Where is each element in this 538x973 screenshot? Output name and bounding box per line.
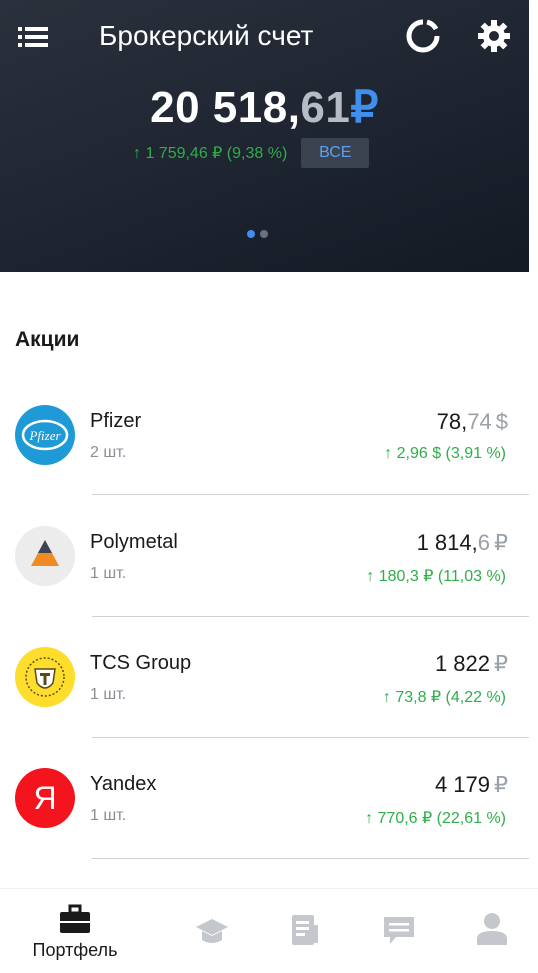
nav-label: Портфель [32, 940, 118, 960]
stock-quantity: 2 шт. [90, 444, 127, 461]
balance-fraction: 61 [300, 83, 351, 132]
stock-name: Polymetal [90, 531, 178, 553]
price-fraction: 6 [477, 530, 490, 555]
balance-change: ↑ 1 759,46 ₽ (9,38 %) [133, 145, 288, 162]
price-integer: 1 822 [434, 651, 490, 676]
nav-item-news[interactable] [255, 889, 355, 973]
divider [92, 737, 529, 738]
price-integer: 4 179 [434, 772, 490, 797]
stock-row-polymetal[interactable]: Polymetal 1 шт. 1 814,6 ₽ ↑ 180,3 ₽ (11,0… [0, 499, 538, 619]
nav-item-learning[interactable] [162, 889, 262, 973]
pager-dot[interactable] [260, 230, 268, 238]
tcs-logo [15, 647, 75, 707]
stock-price: 1 814,6 ₽ [417, 530, 508, 556]
yandex-logo-text: Я [33, 779, 57, 816]
section-title: Акции [15, 328, 80, 351]
balance-change-row: ↑ 1 759,46 ₽ (9,38 %) ВСЕ [133, 138, 370, 168]
nav-item-profile[interactable] [442, 889, 538, 973]
stock-row-pfizer[interactable]: Pfizer Pfizer 2 шт. 78,74 $ ↑ 2,96 $ (3,9… [0, 378, 538, 498]
page-title: Брокерский счет [99, 20, 314, 51]
pager-dot-active[interactable] [247, 230, 255, 238]
price-integer: 78, [436, 409, 468, 434]
news-icon [292, 915, 318, 945]
stock-quantity: 1 шт. [90, 807, 127, 824]
price-integer: 1 814, [416, 530, 478, 555]
stock-name: Yandex [90, 773, 157, 795]
stock-change: ↑ 2,96 $ (3,91 %) [384, 445, 506, 462]
stock-price: 1 822 ₽ [435, 651, 508, 677]
price-fraction: 74 [467, 409, 492, 434]
stock-change: ↑ 770,6 ₽ (22,61 %) [365, 810, 506, 827]
stock-price: 78,74 $ [437, 409, 508, 435]
stock-change: ↑ 73,8 ₽ (4,22 %) [382, 689, 506, 706]
graduation-cap-icon [196, 919, 228, 943]
portfolio-balance: 20 518,61₽ [0, 82, 529, 133]
price-currency: ₽ [494, 651, 508, 676]
yandex-logo: Я [15, 768, 75, 828]
account-header: Брокерский счет 20 518,61₽ ↑ 1 759,46 ₽ … [0, 0, 529, 272]
price-currency: ₽ [494, 772, 508, 797]
balance-integer: 20 518, [150, 83, 301, 132]
stock-price: 4 179 ₽ [435, 772, 508, 798]
stock-row-tcs-group[interactable]: TCS Group 1 шт. 1 822 ₽ ↑ 73,8 ₽ (4,22 %) [0, 620, 538, 740]
divider [92, 858, 529, 859]
stock-name: Pfizer [90, 410, 142, 432]
stock-row-yandex[interactable]: Я Yandex 1 шт. 4 179 ₽ ↑ 770,6 ₽ (22,61 %… [0, 741, 538, 861]
briefcase-icon [60, 904, 90, 933]
divider [92, 494, 529, 495]
nav-item-chat[interactable] [349, 889, 449, 973]
pfizer-logo-text: Pfizer [28, 428, 61, 443]
profile-icon [477, 913, 507, 945]
pfizer-logo: Pfizer [15, 405, 75, 465]
gear-icon[interactable] [476, 18, 512, 54]
all-button[interactable]: ВСЕ [301, 138, 370, 168]
balance-currency: ₽ [350, 83, 379, 132]
stock-change: ↑ 180,3 ₽ (11,03 %) [366, 568, 506, 585]
divider [92, 616, 529, 617]
refresh-icon[interactable] [405, 18, 441, 54]
bottom-navigation: Портфель [0, 888, 538, 973]
polymetal-logo [15, 526, 75, 586]
price-currency: $ [495, 409, 508, 434]
menu-icon[interactable] [18, 26, 48, 48]
pager-dots [247, 230, 273, 238]
nav-item-portfolio[interactable]: Портфель [25, 889, 125, 973]
price-currency: ₽ [494, 530, 508, 555]
chat-icon [384, 917, 414, 944]
stock-quantity: 1 шт. [90, 686, 127, 703]
stock-name: TCS Group [90, 652, 192, 674]
stock-quantity: 1 шт. [90, 565, 127, 582]
